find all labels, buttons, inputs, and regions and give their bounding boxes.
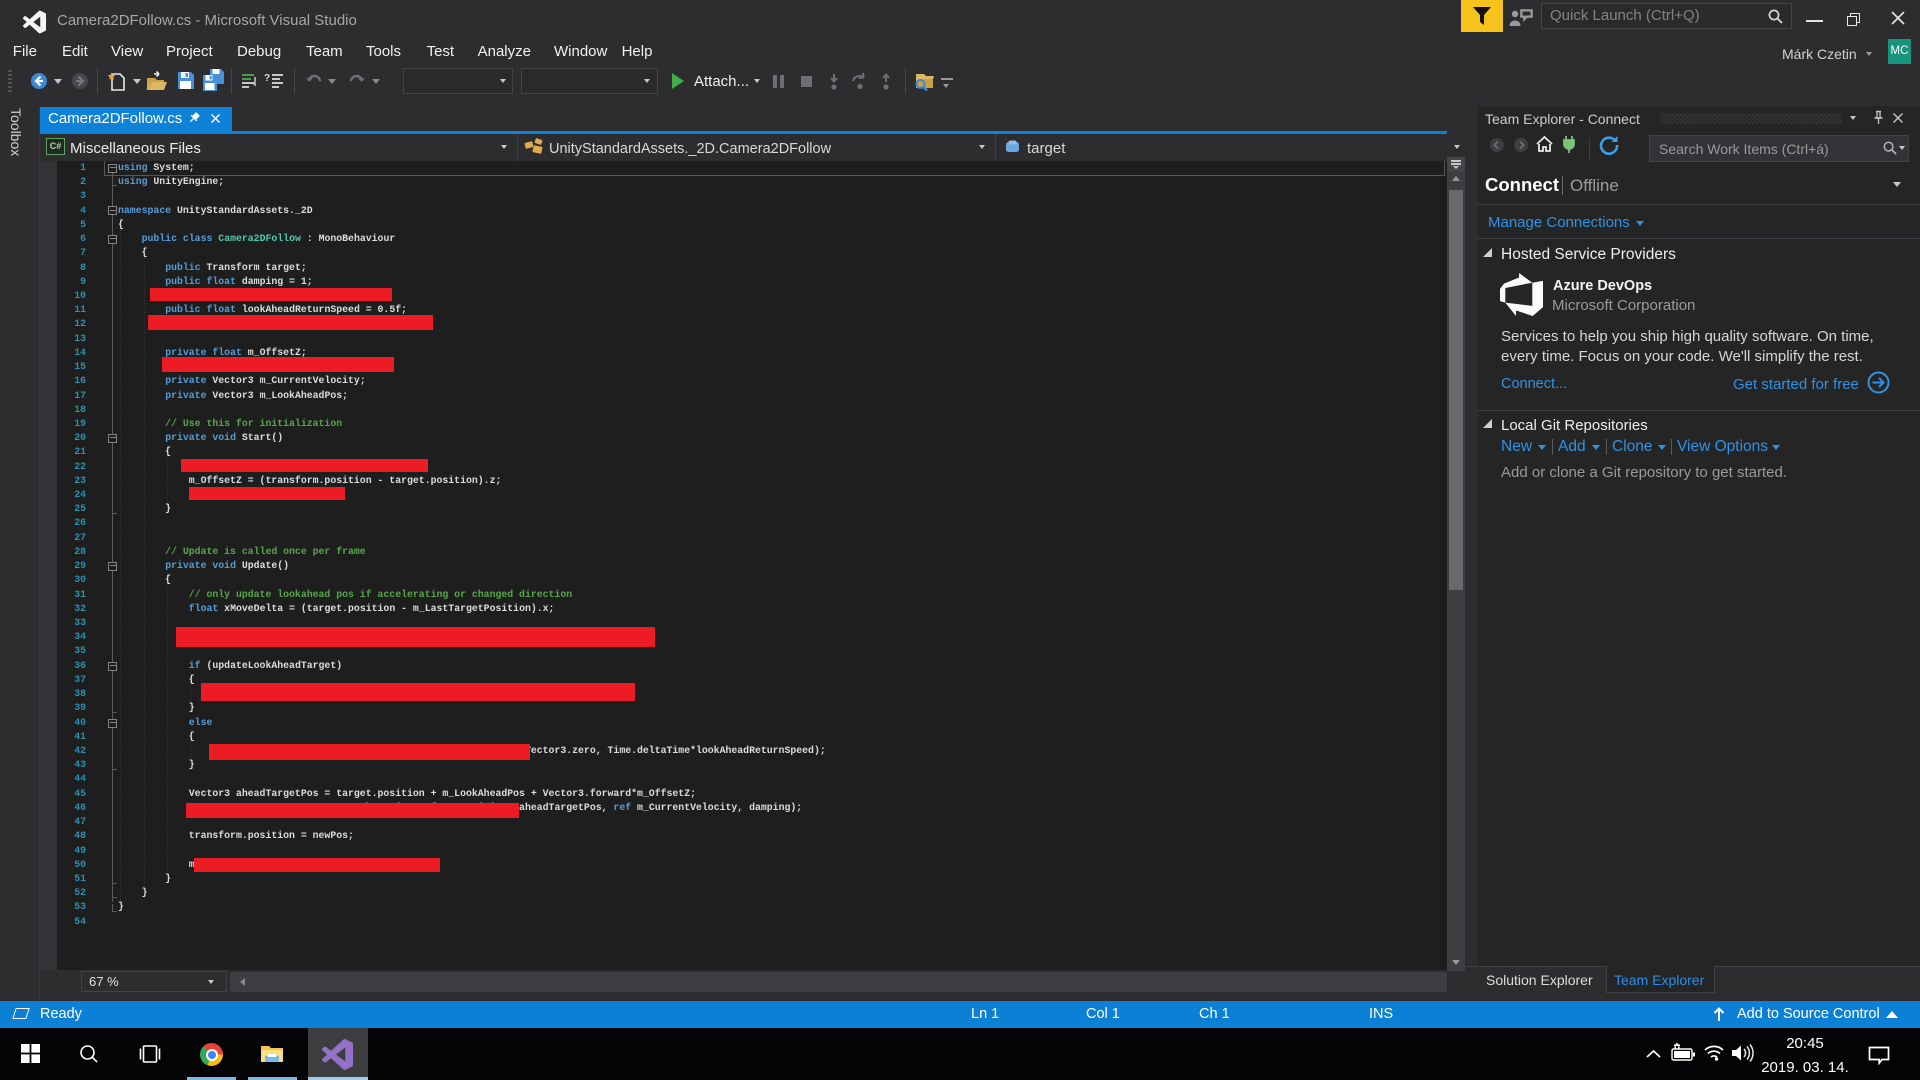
svg-text:?: ? [264, 73, 270, 84]
